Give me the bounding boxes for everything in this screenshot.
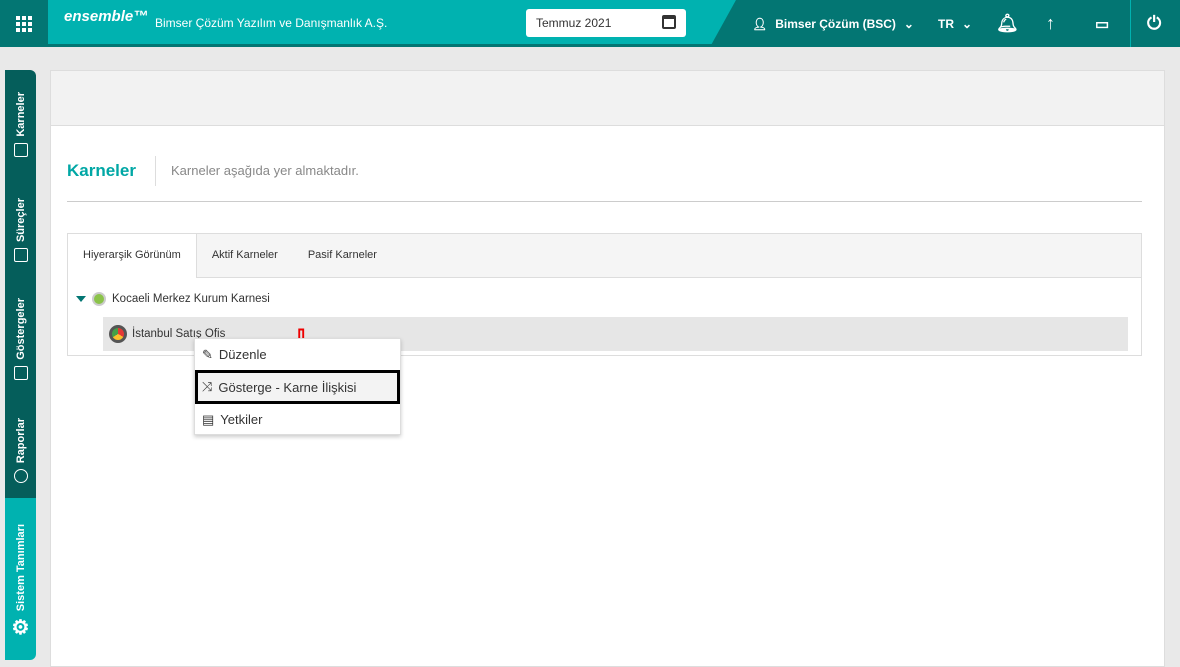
sidebar-item-gostergeler[interactable]: Göstergeler [5, 298, 36, 380]
shuffle-icon: ⤨ [202, 379, 213, 394]
id-card-icon: ▤ [202, 411, 215, 427]
caret-down-icon[interactable] [76, 296, 86, 302]
bell-icon[interactable]: 🔔︎ [996, 0, 1019, 47]
top-header: ensemble™ Bimser Çözüm Yazılım ve Danışm… [0, 0, 1180, 47]
user-name: Bimser Çözüm (BSC) [775, 16, 896, 31]
tree-node-root[interactable]: Kocaeli Merkez Kurum Karnesi [76, 292, 270, 306]
tab-active[interactable]: Aktif Karneler [197, 234, 293, 277]
language-value: TR [938, 16, 954, 31]
menu-item-indicator-relation[interactable]: ⤨ Gösterge - Karne İlişkisi [195, 370, 400, 404]
apps-menu-button[interactable] [0, 0, 48, 47]
divider [155, 156, 156, 186]
tab-hierarchical[interactable]: Hiyerarşik Görünüm [68, 234, 197, 278]
power-icon[interactable]: ⏻ [1147, 0, 1161, 47]
menu-item-label: Düzenle [218, 347, 267, 362]
logo[interactable]: ensemble™ [64, 8, 148, 25]
sidebar-item-label: Süreçler [14, 198, 27, 243]
period-picker[interactable]: Temmuz 2021 [526, 9, 686, 37]
divider [67, 201, 1142, 202]
scorecard-icon [92, 292, 106, 306]
grid-icon [16, 15, 32, 32]
sidebar-item-label: Karneler [14, 92, 27, 137]
sidebar-item-sistem-tanimlari[interactable]: Sistem Tanımları ⚙ [5, 498, 36, 660]
menu-item-label: Gösterge - Karne İlişkisi [218, 379, 357, 395]
arrow-up-icon[interactable]: ↑ [1046, 0, 1055, 47]
user-icon: 👤︎ [752, 16, 768, 31]
gauge-icon [109, 325, 127, 343]
sidebar-item-label: Raporlar [14, 418, 27, 464]
sidebar: Karneler Süreçler Göstergeler Raporlar [5, 70, 36, 498]
user-menu[interactable]: 👤︎ Bimser Çözüm (BSC) ⌄ [752, 0, 914, 47]
context-menu: ✎ Düzenle ⤨ Gösterge - Karne İlişkisi ▤ Yet… [194, 338, 401, 435]
menu-item-edit[interactable]: ✎ Düzenle [195, 339, 400, 370]
sidebar-item-label: Sistem Tanımları [14, 524, 27, 612]
sidebar-item-raporlar[interactable]: Raporlar [5, 418, 36, 484]
tree-node-label: Kocaeli Merkez Kurum Karnesi [112, 293, 270, 305]
sidebar-item-label: Göstergeler [14, 298, 27, 360]
menu-item-label: Yetkiler [220, 412, 263, 427]
chevron-down-icon: ⌄ [903, 16, 914, 31]
company-name: Bimser Çözüm Yazılım ve Danışmanlık A.Ş. [155, 16, 388, 30]
language-menu[interactable]: TR ⌄ [938, 0, 972, 47]
page-subtitle: Karneler aşağıda yer almaktadır. [171, 163, 359, 178]
divider [1130, 0, 1131, 47]
sidebar-item-surecler[interactable]: Süreçler [5, 198, 36, 263]
process-icon [13, 248, 28, 263]
page-title: Karneler [67, 161, 136, 180]
period-value: Temmuz 2021 [536, 16, 612, 30]
chevron-down-icon: ⌄ [962, 16, 973, 31]
tab-passive[interactable]: Pasif Karneler [293, 234, 392, 277]
monitor-icon[interactable]: ▭ [1095, 0, 1109, 47]
indicator-icon [13, 365, 28, 380]
calendar-icon[interactable] [662, 15, 676, 29]
chart-icon [13, 142, 28, 157]
panel-toolbar [51, 71, 1164, 126]
menu-item-permissions[interactable]: ▤ Yetkiler [195, 404, 400, 435]
sidebar-item-karneler[interactable]: Karneler [5, 92, 36, 157]
gear-icon: ⚙ [11, 617, 30, 640]
report-icon [13, 469, 28, 484]
edit-icon: ✎ [202, 346, 213, 362]
